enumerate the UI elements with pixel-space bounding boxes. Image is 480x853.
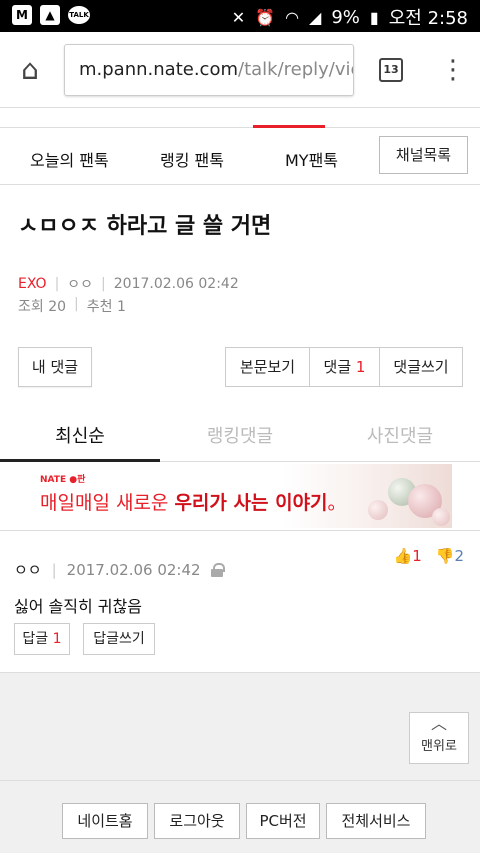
status-bar: M ▲ TALK ✕ ⏰ ◠ ◢ 9% ▮ 오전 2:58 [0,0,480,32]
reply-label: 답글 [22,631,49,647]
tab-my-fantalk[interactable]: MY팬톡 [285,147,338,171]
post-meta: EXO | ㅇㅇ | 2017.02.06 02:42 [18,274,239,294]
comments-count: 1 [355,358,366,376]
lock-icon [210,562,225,577]
image-notification-icon: ▲ [40,5,60,25]
pc-version-button[interactable]: PC버전 [246,803,320,839]
battery-percent: 9% [331,6,360,28]
comment-text: 싫어 솔직히 귀찮음 [14,597,142,616]
banner-tagline-c: 。 [327,492,347,514]
comment-date: 2017.02.06 02:42 [66,560,201,579]
pearl-decoration [368,500,388,520]
alarm-icon: ⏰ [255,7,276,27]
comments-label: 댓글 [323,358,352,376]
upvote-count: 1 [412,547,422,565]
tab-photo-comments[interactable]: 사진댓글 [320,414,480,462]
write-reply-button[interactable]: 답글쓰기 [83,623,155,655]
reply-button[interactable]: 답글 1 [14,623,70,655]
nate-pann-banner[interactable]: NATE ●판 매일매일 새로운 우리가 사는 이야기。 [28,464,452,528]
fantalk-nav: 오늘의 팬톡 랭킹 팬톡 MY팬톡 채널목록 [0,129,480,185]
post-stats: 조회 20 | 추천 1 [18,296,126,316]
scroll-to-top-button[interactable]: ︿ 맨위로 [409,712,469,764]
meta-separator: | [74,296,79,312]
upvote-button[interactable]: 👍1 [394,547,422,565]
post-date: 2017.02.06 02:42 [113,276,239,292]
nate-home-button[interactable]: 네이트홈 [62,803,148,839]
url-path: /talk/reply/vie [238,59,354,80]
battery-icon: ▮ [369,7,379,27]
comment-meta: ㅇㅇ | 2017.02.06 02:42 [14,559,225,580]
tab-ranking-comments[interactable]: 랭킹댓글 [160,414,320,462]
footer-links: 네이트홈 로그아웃 PC버전 전체서비스 [62,803,426,839]
clock: 오전 2:58 [388,8,468,29]
all-services-button[interactable]: 전체서비스 [326,803,426,839]
comment-votes: 👍1 👎2 [394,547,464,565]
overflow-menu-icon[interactable]: ⋮ [440,52,466,88]
post-action-group: 본문보기 댓글 1 댓글쓰기 [225,347,463,387]
home-icon[interactable]: ⌂ [14,54,46,86]
channel-list-button[interactable]: 채널목록 [379,136,468,174]
view-body-button[interactable]: 본문보기 [226,348,310,386]
meta-separator: | [54,276,60,292]
mute-icon: ✕ [231,7,246,27]
logout-button[interactable]: 로그아웃 [154,803,240,839]
tab-today-fantalk[interactable]: 오늘의 팬톡 [30,147,109,171]
thumbs-up-icon: 👍 [393,547,413,565]
meta-separator: | [101,276,106,292]
scroll-to-top-label: 맨위로 [421,739,457,754]
post-title: ㅅㅁㅇㅈ 하라고 글 쓸 거면 [18,214,272,239]
tab-latest[interactable]: 최신순 [0,414,160,462]
chevron-up-icon: ︿ [430,714,447,733]
signal-icon: ◢ [309,7,322,27]
pearl-decoration [432,508,450,526]
banner-tagline-a: 매일매일 새로운 [40,492,169,514]
post-views: 조회 20 [18,299,67,315]
comment-item: ㅇㅇ | 2017.02.06 02:42 👍1 👎2 싫어 솔직히 귀찮음 답… [0,530,480,670]
banner-tagline: 매일매일 새로운 우리가 사는 이야기。 [40,488,347,515]
thumbs-down-icon: 👎 [435,547,455,565]
browser-toolbar: ⌂ m.pann.nate.com/talk/reply/vie 13 ⋮ [0,32,480,108]
url-host: m.pann.nate.com [79,59,238,80]
active-header-indicator [253,125,325,128]
tab-ranking-fantalk[interactable]: 랭킹 팬톡 [160,147,224,171]
comment-author: ㅇㅇ [14,561,42,579]
comment-sort-tabs: 최신순 랭킹댓글 사진댓글 [0,414,480,462]
downvote-button[interactable]: 👎2 [436,547,464,565]
wifi-icon: ◠ [285,7,300,27]
meta-separator: | [51,560,57,579]
kakaotalk-icon: TALK [68,6,90,24]
app-notification-icon: M [12,5,32,25]
site-header-strip [0,108,480,128]
banner-tagline-b: 우리가 사는 이야기 [174,492,328,514]
footer-divider [0,780,480,781]
post-category[interactable]: EXO [18,276,47,292]
post-author: ㅇㅇ [67,277,94,293]
my-comments-button[interactable]: 내 댓글 [18,347,92,387]
banner-brand: NATE ●판 [40,475,86,485]
write-comment-button[interactable]: 댓글쓰기 [380,348,462,386]
tab-switcher-button[interactable]: 13 [379,58,403,82]
post-recommend: 추천 1 [86,299,126,315]
downvote-count: 2 [454,547,464,565]
comments-button[interactable]: 댓글 1 [310,348,380,386]
url-field[interactable]: m.pann.nate.com/talk/reply/vie [64,44,354,96]
reply-count: 1 [52,631,62,647]
